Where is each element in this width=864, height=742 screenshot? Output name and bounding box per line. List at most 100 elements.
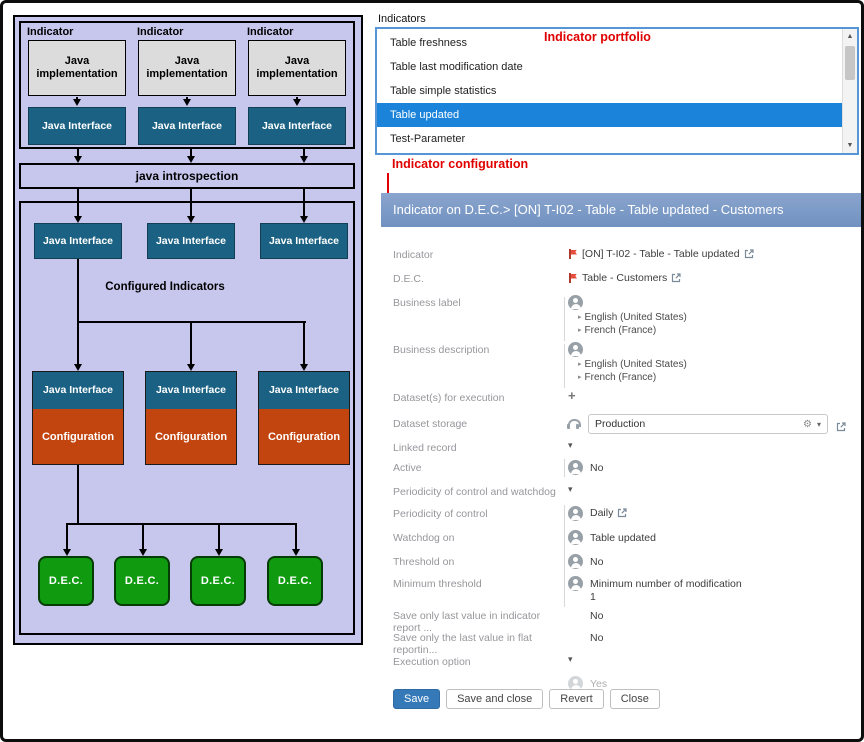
field-label: D.E.C. — [393, 273, 563, 285]
field-label: Business label — [393, 297, 563, 309]
external-link-icon[interactable] — [836, 419, 846, 437]
minimum-threshold-number: 1 — [590, 591, 596, 603]
arrow-down-icon — [303, 149, 305, 156]
form-row-save-last-indicator: Save only last value in indicator report… — [381, 610, 861, 630]
arrow-down-icon — [142, 523, 144, 549]
external-link-icon[interactable] — [744, 249, 754, 259]
expand-triangle-icon[interactable]: ▸ — [578, 374, 582, 381]
configured-indicator-box: Java Interface Configuration — [258, 371, 350, 465]
list-item[interactable]: Table last modification date — [377, 55, 842, 79]
connector-line — [66, 523, 297, 525]
button-row: Save Save and close Revert Close — [393, 689, 660, 709]
language-item[interactable]: ▸English (United States) — [578, 359, 687, 370]
arrow-down-icon — [295, 523, 297, 549]
dec-architecture-diagram: Indicator Java implementation Java Inter… — [13, 15, 363, 645]
periodicity-value[interactable]: Daily — [590, 507, 627, 519]
form-row-active: Active No — [381, 462, 861, 482]
arrow-down-icon — [296, 97, 298, 99]
threshold-value: No — [590, 556, 603, 568]
form-row-threshold-on: Threshold on No — [381, 556, 861, 576]
configured-indicators-label: Configured Indicators — [75, 281, 255, 293]
configuration-box: Configuration — [146, 409, 236, 464]
save-last-indicator-value: No — [590, 610, 603, 622]
java-implementation-box: Java implementation — [138, 40, 236, 96]
language-item[interactable]: ▸French (France) — [578, 372, 656, 383]
form-row-business-label: Business label ▸English (United States) … — [381, 297, 861, 341]
arrow-down-icon — [303, 189, 305, 216]
form-row-datasets-execution: Dataset(s) for execution + — [381, 392, 861, 412]
gear-icon[interactable]: ⚙ — [803, 419, 812, 430]
form-row-minimum-threshold: Minimum threshold Minimum number of modi… — [381, 578, 861, 608]
chevron-down-icon[interactable]: ▾ — [817, 420, 821, 429]
arrow-down-icon — [218, 523, 220, 549]
field-label: Active — [393, 462, 563, 474]
avatar-icon — [568, 342, 583, 357]
expand-triangle-icon[interactable]: ▸ — [578, 361, 582, 368]
indicator-label: Indicator — [27, 26, 73, 38]
configured-indicator-box: Java Interface Configuration — [32, 371, 124, 465]
revert-button[interactable]: Revert — [549, 689, 603, 709]
chevron-down-icon[interactable]: ▾ — [568, 654, 573, 665]
dec-box: D.E.C. — [114, 556, 170, 606]
configuration-box: Configuration — [259, 409, 349, 464]
dec-box: D.E.C. — [190, 556, 246, 606]
avatar-icon — [568, 460, 583, 475]
expand-triangle-icon[interactable]: ▸ — [578, 327, 582, 334]
minimum-threshold-value: Minimum number of modification — [590, 578, 742, 590]
form-row-periodicity-of-control: Periodicity of control Daily — [381, 508, 861, 528]
indicator-value[interactable]: [ON] T-I02 - Table - Table updated — [568, 248, 754, 260]
scrollbar-thumb[interactable] — [845, 46, 855, 80]
arrow-down-icon — [186, 97, 188, 99]
save-and-close-button[interactable]: Save and close — [446, 689, 543, 709]
arrow-down-icon — [303, 321, 305, 364]
java-implementation-box: Java implementation — [28, 40, 126, 96]
avatar-icon — [568, 554, 583, 569]
field-label: Minimum threshold — [393, 578, 563, 590]
indicator-column-3: Indicator Java implementation Java Inter… — [245, 25, 349, 145]
language-item[interactable]: ▸French (France) — [578, 325, 656, 336]
dataset-storage-value: Production — [595, 418, 645, 430]
form-row-linked-record: Linked record ▾ — [381, 442, 861, 462]
list-item-selected[interactable]: Table updated — [377, 103, 842, 127]
scroll-up-icon[interactable]: ▲ — [843, 29, 857, 44]
dataset-storage-select[interactable]: Production ⚙ ▾ — [588, 414, 828, 434]
indicators-implementation-box: Indicator Java implementation Java Inter… — [19, 21, 355, 149]
field-label: Execution option — [393, 656, 563, 668]
avatar-icon — [568, 576, 583, 591]
list-item[interactable]: Table simple statistics — [377, 79, 842, 103]
scrollbar[interactable]: ▲ ▼ — [842, 29, 857, 153]
close-button[interactable]: Close — [610, 689, 660, 709]
field-label: Watchdog on — [393, 532, 563, 544]
scroll-down-icon[interactable]: ▼ — [843, 138, 857, 153]
save-button[interactable]: Save — [393, 689, 440, 709]
avatar-icon — [568, 530, 583, 545]
dec-box: D.E.C. — [267, 556, 323, 606]
configuration-box: Configuration — [33, 409, 123, 464]
java-interface-box: Java Interface — [28, 107, 126, 145]
arrow-down-icon — [190, 321, 192, 364]
list-item[interactable]: Test-Parameter — [377, 127, 842, 151]
expand-triangle-icon[interactable]: ▸ — [578, 314, 582, 321]
arrow-down-icon — [190, 189, 192, 216]
form-row-dec: D.E.C. Table - Customers — [381, 273, 861, 293]
java-interface-box: Java Interface — [248, 107, 346, 145]
external-link-icon[interactable] — [671, 273, 681, 283]
indicator-list-caption: Indicators — [378, 13, 426, 25]
indicator-label: Indicator — [247, 26, 293, 38]
field-label: Dataset storage — [393, 418, 563, 430]
java-interface-box: Java Interface — [147, 223, 235, 259]
dec-value[interactable]: Table - Customers — [568, 272, 681, 284]
indicator-value-text: [ON] T-I02 - Table - Table updated — [582, 248, 740, 260]
external-link-icon[interactable] — [617, 508, 627, 518]
arrow-down-icon — [190, 149, 192, 156]
form-row-watchdog-on: Watchdog on Table updated — [381, 532, 861, 552]
panel-title: Indicator on D.E.C.> [ON] T-I02 - Table … — [381, 193, 861, 227]
java-interface-box: Java Interface — [259, 372, 349, 409]
form-row-periodicity-group: Periodicity of control and watchdog ▾ — [381, 486, 861, 506]
configured-indicator-box: Java Interface Configuration — [145, 371, 237, 465]
field-label: Linked record — [393, 442, 563, 454]
add-dataset-button[interactable]: + — [568, 388, 576, 403]
chevron-down-icon[interactable]: ▾ — [568, 440, 573, 451]
chevron-down-icon[interactable]: ▾ — [568, 484, 573, 495]
language-item[interactable]: ▸English (United States) — [578, 312, 687, 323]
